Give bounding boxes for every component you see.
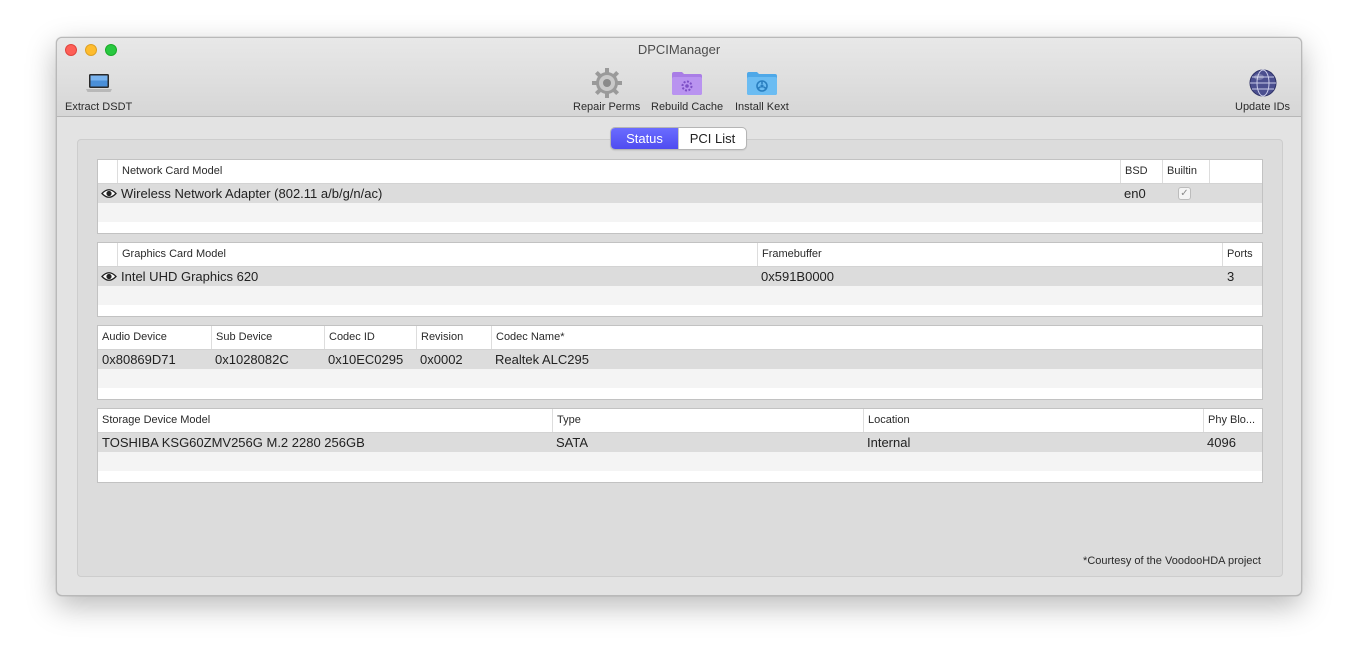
footnote: *Courtesy of the VoodooHDA project (1083, 555, 1261, 567)
app-window: DPCIManager Extract DSDT Repair Perms Re… (56, 37, 1302, 596)
column-header-framebuffer[interactable]: Framebuffer (757, 243, 1222, 266)
column-header-graphics-model[interactable]: Graphics Card Model (117, 243, 757, 266)
column-header-bsd[interactable]: BSD (1120, 160, 1162, 183)
tab-status[interactable]: Status (611, 128, 678, 149)
column-header-ports[interactable]: Ports (1222, 243, 1262, 266)
install-kext-button[interactable]: Install Kext (735, 66, 789, 113)
codec-id-cell: 0x10EC0295 (328, 352, 404, 367)
graphics-table[interactable]: Graphics Card Model Framebuffer Ports In… (97, 242, 1263, 317)
framebuffer-cell: 0x591B0000 (761, 269, 835, 284)
column-header-type[interactable]: Type (552, 409, 863, 432)
purple-folder-icon (671, 66, 703, 100)
audio-table[interactable]: Audio Device Sub Device Codec ID Revisio… (97, 325, 1263, 400)
tab-pci-list[interactable]: PCI List (678, 128, 746, 149)
column-header-revision[interactable]: Revision (416, 326, 491, 349)
update-ids-button[interactable]: Update IDs (1235, 66, 1290, 113)
table-row[interactable]: TOSHIBA KSG60ZMV256G M.2 2280 256GB SATA… (98, 433, 1262, 452)
storage-table[interactable]: Storage Device Model Type Location Phy B… (97, 408, 1263, 483)
blue-folder-icon (746, 66, 778, 100)
tab-switcher: Status PCI List (610, 127, 747, 150)
globe-icon (1248, 66, 1278, 100)
column-header-builtin[interactable]: Builtin (1162, 160, 1209, 183)
type-cell: SATA (556, 435, 589, 450)
table-row[interactable]: Wireless Network Adapter (802.11 a/b/g/n… (98, 184, 1262, 203)
bsd-cell: en0 (1124, 186, 1146, 201)
column-header-network-model[interactable]: Network Card Model (117, 160, 1120, 183)
audio-device-cell: 0x80869D71 (102, 352, 176, 367)
rebuild-cache-button[interactable]: Rebuild Cache (651, 66, 723, 113)
column-header-audio-device[interactable]: Audio Device (98, 326, 211, 349)
eye-icon[interactable] (101, 188, 117, 199)
window-title: DPCIManager (637, 42, 721, 57)
phy-block-cell: 4096 (1207, 435, 1236, 450)
repair-perms-button[interactable]: Repair Perms (573, 66, 640, 113)
network-model-cell: Wireless Network Adapter (802.11 a/b/g/n… (121, 186, 383, 201)
revision-cell: 0x0002 (420, 352, 463, 367)
table-row[interactable]: 0x80869D71 0x1028082C 0x10EC0295 0x0002 … (98, 350, 1262, 369)
extract-dsdt-button[interactable]: Extract DSDT (65, 66, 132, 113)
gear-icon (590, 66, 624, 100)
codec-name-cell: Realtek ALC295 (495, 352, 589, 367)
location-cell: Internal (867, 435, 911, 450)
column-header-phy-block[interactable]: Phy Blo... (1203, 409, 1262, 432)
storage-model-cell: TOSHIBA KSG60ZMV256G M.2 2280 256GB (102, 435, 365, 450)
sub-device-cell: 0x1028082C (215, 352, 289, 367)
laptop-icon (84, 66, 114, 100)
table-row[interactable]: Intel UHD Graphics 620 0x591B0000 3 (98, 267, 1262, 286)
column-header-codec-id[interactable]: Codec ID (324, 326, 416, 349)
eye-icon[interactable] (101, 271, 117, 282)
graphics-model-cell: Intel UHD Graphics 620 (121, 269, 259, 284)
network-table[interactable]: Network Card Model BSD Builtin Wireless … (97, 159, 1263, 234)
toolbar: DPCIManager Extract DSDT Repair Perms Re… (57, 38, 1301, 117)
table-header: Storage Device Model Type Location Phy B… (98, 409, 1262, 433)
column-header-sub-device[interactable]: Sub Device (211, 326, 324, 349)
column-header-codec-name[interactable]: Codec Name* (491, 326, 1262, 349)
table-header: Graphics Card Model Framebuffer Ports (98, 243, 1262, 267)
builtin-checkbox[interactable]: ✓ (1178, 187, 1191, 200)
table-header: Network Card Model BSD Builtin (98, 160, 1262, 184)
column-header-location[interactable]: Location (863, 409, 1203, 432)
column-header-storage-model[interactable]: Storage Device Model (98, 409, 552, 432)
table-header: Audio Device Sub Device Codec ID Revisio… (98, 326, 1262, 350)
ports-cell: 3 (1227, 269, 1235, 284)
